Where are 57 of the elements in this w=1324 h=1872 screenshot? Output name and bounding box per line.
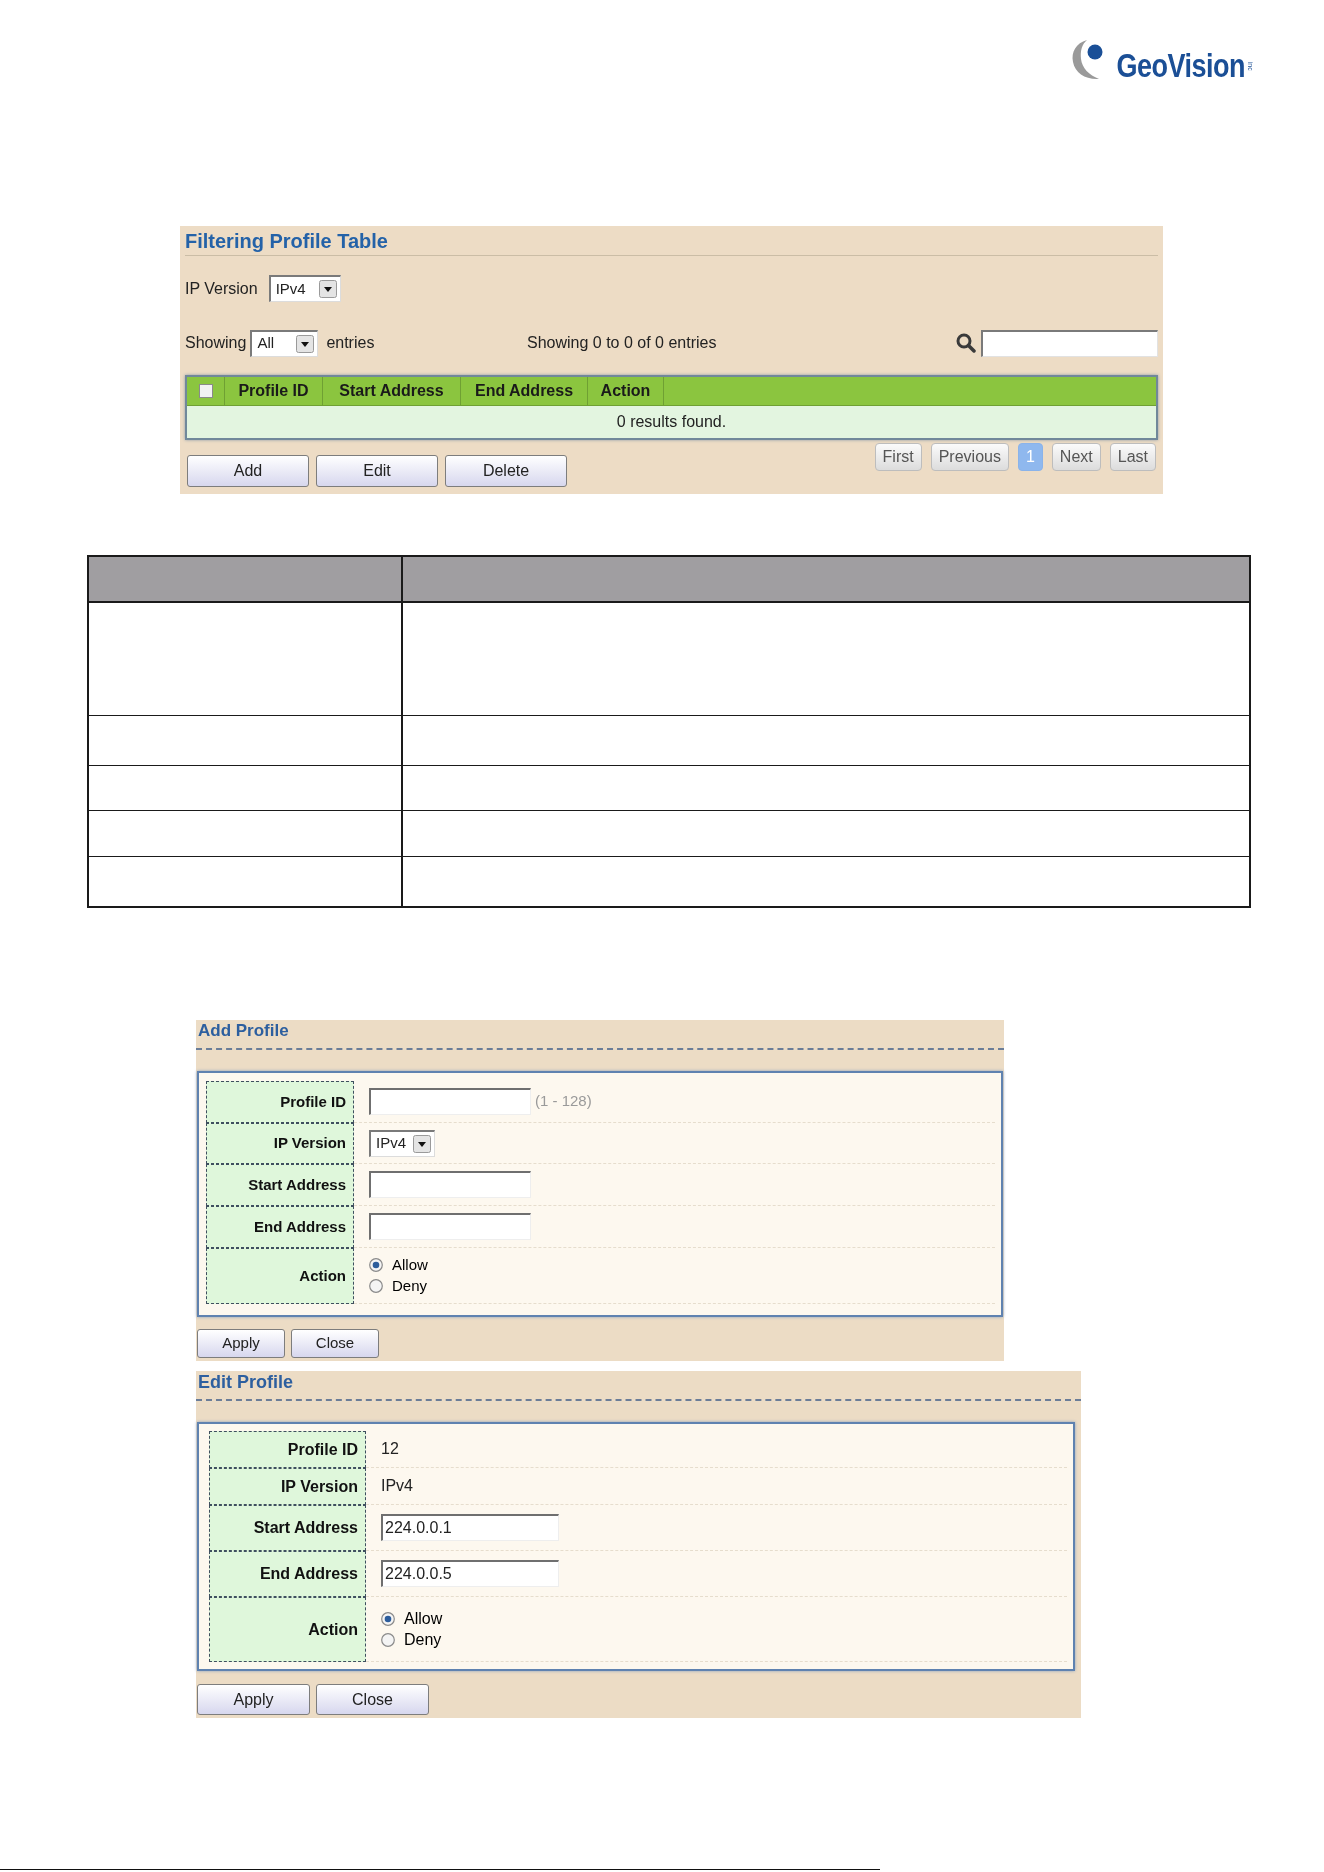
text-field[interactable] <box>369 1088 531 1115</box>
empty-message: 0 results found. <box>616 412 727 432</box>
field-label: IP Version <box>185 278 258 299</box>
radio-button[interactable] <box>381 1611 395 1626</box>
panel-title: Add Profile <box>197 1020 290 1042</box>
search-icon[interactable] <box>956 333 976 353</box>
text-field[interactable]: 224.0.0.5 <box>381 1560 559 1587</box>
dropdown-select[interactable]: IPv4 <box>268 275 341 302</box>
radio-button[interactable] <box>369 1258 383 1272</box>
radio-button[interactable] <box>369 1279 383 1293</box>
action-button[interactable]: Add <box>187 455 309 487</box>
caret-icon <box>318 280 337 298</box>
field-label: End Address <box>206 1206 354 1248</box>
field-label: Action <box>206 1248 354 1304</box>
field-label: Profile ID <box>206 1081 354 1123</box>
field-value: IPv4 <box>381 1476 413 1496</box>
page-button[interactable]: Next <box>1051 443 1101 471</box>
field-label: IP Version <box>209 1468 366 1505</box>
text-field[interactable] <box>369 1213 531 1240</box>
logo-wordmark: GeoVision <box>1116 45 1246 87</box>
search-field[interactable] <box>981 329 1158 357</box>
field-label: End Address <box>209 1551 366 1597</box>
panel-title: Edit Profile <box>197 1371 294 1393</box>
dropdown-select[interactable]: All <box>250 329 319 357</box>
column-header[interactable]: Action <box>588 377 664 405</box>
text-field[interactable]: 224.0.0.1 <box>381 1514 559 1541</box>
caret-icon <box>413 1134 431 1153</box>
page-button[interactable]: Last <box>1109 443 1156 471</box>
form-button[interactable]: Apply <box>197 1329 285 1358</box>
dropdown-select[interactable]: IPv4 <box>369 1129 435 1157</box>
checkbox[interactable] <box>198 384 213 398</box>
entries-summary: Showing 0 to 0 of 0 entries <box>527 333 717 353</box>
field-label: IP Version <box>206 1123 354 1164</box>
action-button[interactable]: Edit <box>316 455 438 487</box>
radio-label[interactable]: Deny <box>392 1274 428 1298</box>
column-header[interactable]: End Address <box>461 377 588 405</box>
radio-label[interactable]: Allow <box>392 1253 428 1277</box>
field-label: Start Address <box>206 1164 354 1206</box>
column-header[interactable]: Start Address <box>323 377 461 405</box>
field-value: 12 <box>381 1439 399 1459</box>
text-field[interactable] <box>369 1171 531 1198</box>
page-button[interactable]: Previous <box>930 443 1009 471</box>
range-hint: (1 - 128) <box>535 1091 592 1112</box>
field-label: Action <box>209 1597 366 1662</box>
field-label: Profile ID <box>209 1431 366 1468</box>
column-header[interactable]: Profile ID <box>225 377 323 405</box>
form-button[interactable]: Close <box>291 1329 379 1358</box>
panel-title: Filtering Profile Table <box>185 226 1158 256</box>
field-label: Showing <box>185 333 247 353</box>
page-button[interactable]: First <box>874 443 922 471</box>
form-button[interactable]: Apply <box>197 1684 310 1715</box>
radio-button[interactable] <box>381 1632 395 1647</box>
action-button[interactable]: Delete <box>445 455 567 487</box>
field-label: Start Address <box>209 1505 366 1551</box>
caret-icon <box>296 334 315 353</box>
form-button[interactable]: Close <box>316 1684 429 1715</box>
field-label: entries <box>326 333 375 353</box>
